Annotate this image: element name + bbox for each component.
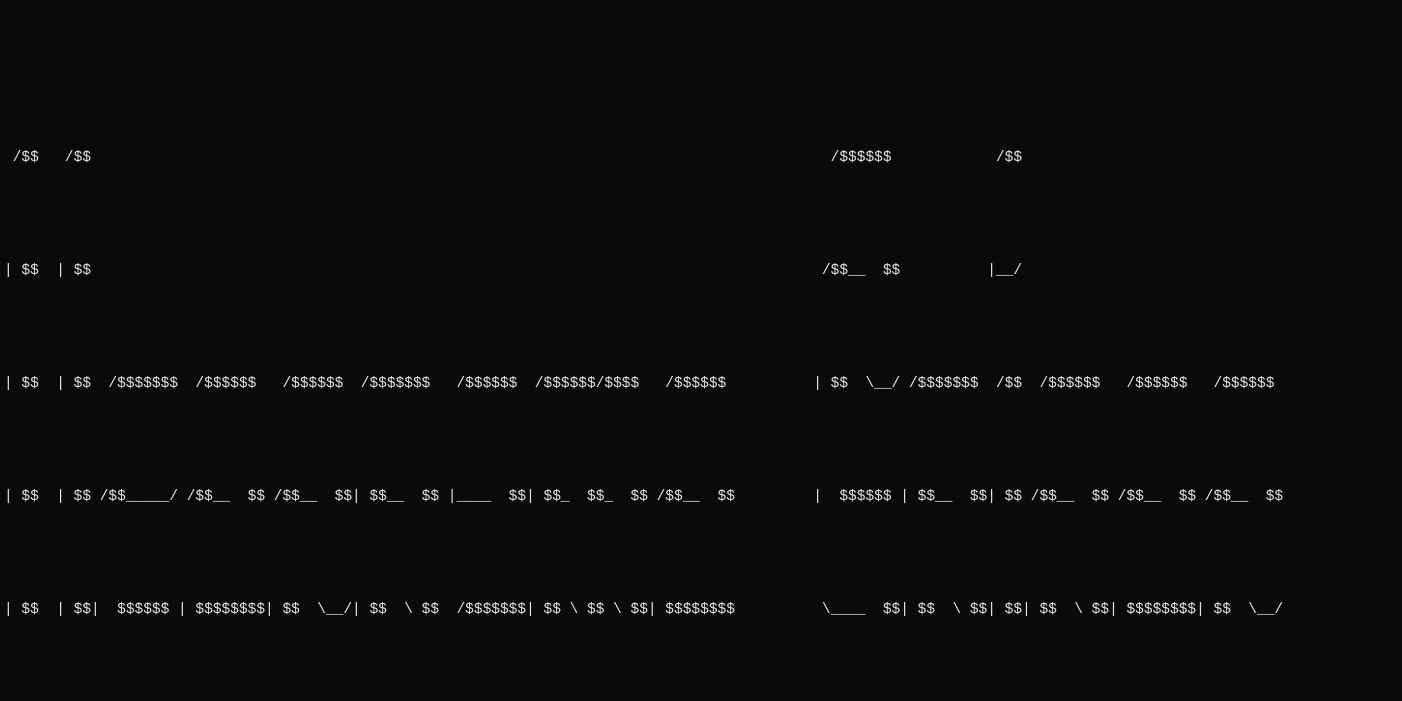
ascii-banner: /$$ /$$ /$$$$$$ /$$ | $$ | $$ <box>4 65 1402 701</box>
banner-line: | $$ | $$ /$$_____/ /$$__ $$ /$$__ $$| $… <box>4 479 1402 517</box>
banner-line: /$$ /$$ /$$$$$$ /$$ <box>4 140 1402 178</box>
banner-line: | $$ | $$| $$$$$$ | $$$$$$$$| $$ \__/| $… <box>4 592 1402 630</box>
banner-line: | $$ | $$ /$$__ $$ |__/ <box>4 253 1402 291</box>
terminal-window: /$$ /$$ /$$$$$$ /$$ | $$ | $$ <box>0 0 1402 701</box>
banner-line: | $$ | $$ /$$$$$$$ /$$$$$$ /$$$$$$ /$$$$… <box>4 366 1402 404</box>
